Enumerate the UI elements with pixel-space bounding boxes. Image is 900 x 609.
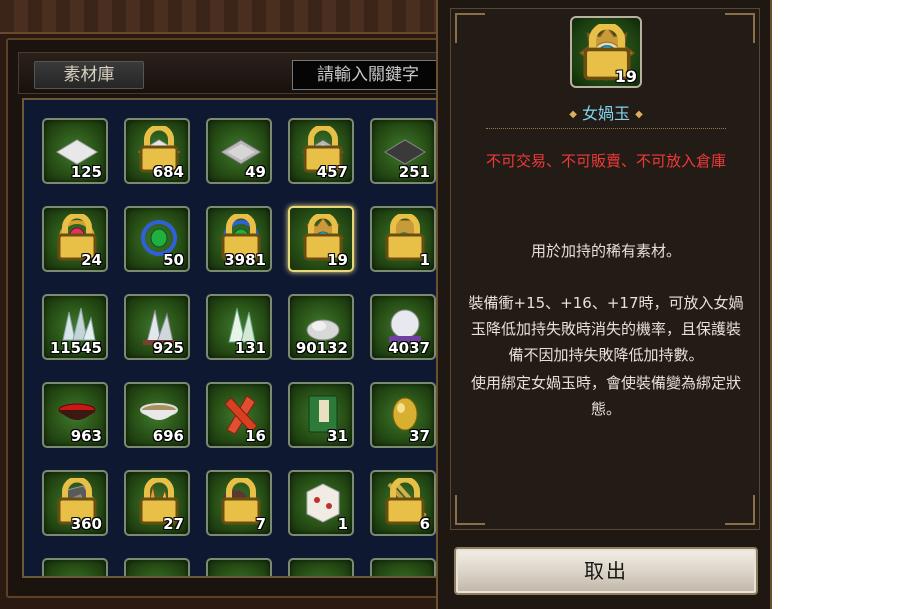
inventory-slot[interactable]: 3981 [206,206,272,272]
inventory-slot[interactable]: 1 [370,206,436,272]
inventory-slot[interactable]: 31 [288,382,354,448]
item-quantity: 125 [70,163,102,181]
item-quantity: 27 [163,515,184,533]
item-tooltip-panel: 19 ◆ 女媧玉 ◆ 不可交易、不可販賣、不可放入倉庫 用於加持的稀有素材。 裝… [436,0,772,609]
inventory-slot[interactable]: 131 [206,294,272,360]
item-quantity: 16 [245,427,266,445]
diamond-ornament-icon: ◆ [569,109,577,120]
frame-corner-ornament [455,13,485,43]
item-quantity: 360 [70,515,102,533]
frame-corner-ornament [455,495,485,525]
inventory-slot[interactable]: 50 [124,206,190,272]
inventory-slot[interactable]: 457 [288,118,354,184]
item-quantity: 251 [398,163,430,181]
top-ornament-border [0,0,436,34]
inventory-slot[interactable]: 6 [370,470,436,536]
item-quantity: 11545 [49,339,102,357]
inventory-slot[interactable]: 4037 [370,294,436,360]
inventory-slot[interactable]: 963 [42,382,108,448]
inventory-slot[interactable] [124,558,190,576]
bind-warning-text: 使用綁定女媧玉時，會使裝備變為綁定狀態。 [470,374,741,418]
inventory-panel: 素材庫 請輸入關鍵字 125 684 49 457 251 24 50 3981 19 1 1154… [0,0,436,609]
item-icon-slot: 19 [570,16,642,88]
take-out-button[interactable]: 取出 [454,547,758,595]
tab-material-storage[interactable]: 素材庫 [34,61,144,89]
item-quantity: 457 [316,163,348,181]
inventory-slot[interactable]: 360 [42,470,108,536]
item-quantity: 49 [245,163,266,181]
description-summary: 用於加持的稀有素材。 [530,242,681,260]
item-quantity: 3981 [224,251,266,269]
description-body: 裝備衝+15、+16、+17時，可放入女媧玉降低加持失敗時消失的機率，且保護裝備… [468,294,744,364]
inventory-slot[interactable]: 684 [124,118,190,184]
search-input[interactable]: 請輸入關鍵字 [292,60,436,90]
inventory-slot[interactable]: 16 [206,382,272,448]
inventory-slot[interactable] [288,558,354,576]
inventory-slot[interactable]: 49 [206,118,272,184]
diamond-ornament-icon: ◆ [635,109,643,120]
item-quantity: 4037 [388,339,430,357]
inventory-slot[interactable]: 24 [42,206,108,272]
inventory-slot[interactable]: 90132 [288,294,354,360]
item-quantity: 696 [152,427,184,445]
item-description: 用於加持的稀有素材。 裝備衝+15、+16、+17時，可放入女媧玉降低加持失敗時… [464,212,748,394]
item-quantity: 6 [419,515,430,533]
frame-corner-ornament [725,495,755,525]
item-quantity: 37 [409,427,430,445]
trade-restriction-text: 不可交易、不可販賣、不可放入倉庫 [485,152,726,170]
frame-corner-ornament [725,13,755,43]
item-quantity: 19 [614,67,637,86]
inventory-slot[interactable]: 925 [124,294,190,360]
inventory-slot[interactable]: 251 [370,118,436,184]
item-quantity: 7 [255,515,266,533]
item-name-row: ◆ 女媧玉 ◆ [438,100,774,124]
inventory-slot[interactable] [206,558,272,576]
dotted-divider [486,128,726,129]
inventory-slot[interactable]: 696 [124,382,190,448]
item-quantity: 1 [337,515,348,533]
item-quantity: 131 [234,339,266,357]
inventory-slot[interactable]: 1 [288,470,354,536]
item-quantity: 50 [163,251,184,269]
item-quantity: 684 [152,163,184,181]
item-quantity: 90132 [295,339,348,357]
inventory-slot[interactable] [42,558,108,576]
item-quantity: 31 [327,427,348,445]
item-grid: 125 684 49 457 251 24 50 3981 19 1 11545 925 131 9013… [22,98,436,578]
inventory-slot[interactable] [370,558,436,576]
item-name: 女媧玉 [581,104,630,123]
item-quantity: 925 [152,339,184,357]
inventory-slot[interactable]: 27 [124,470,190,536]
item-quantity: 1 [419,251,430,269]
inventory-slot[interactable]: 125 [42,118,108,184]
inventory-slot[interactable]: 11545 [42,294,108,360]
inventory-slot[interactable]: 37 [370,382,436,448]
item-quantity: 24 [81,251,102,269]
inventory-slot[interactable]: 19 [288,206,354,272]
item-quantity: 19 [327,251,348,269]
item-quantity: 963 [70,427,102,445]
inventory-slot[interactable]: 7 [206,470,272,536]
